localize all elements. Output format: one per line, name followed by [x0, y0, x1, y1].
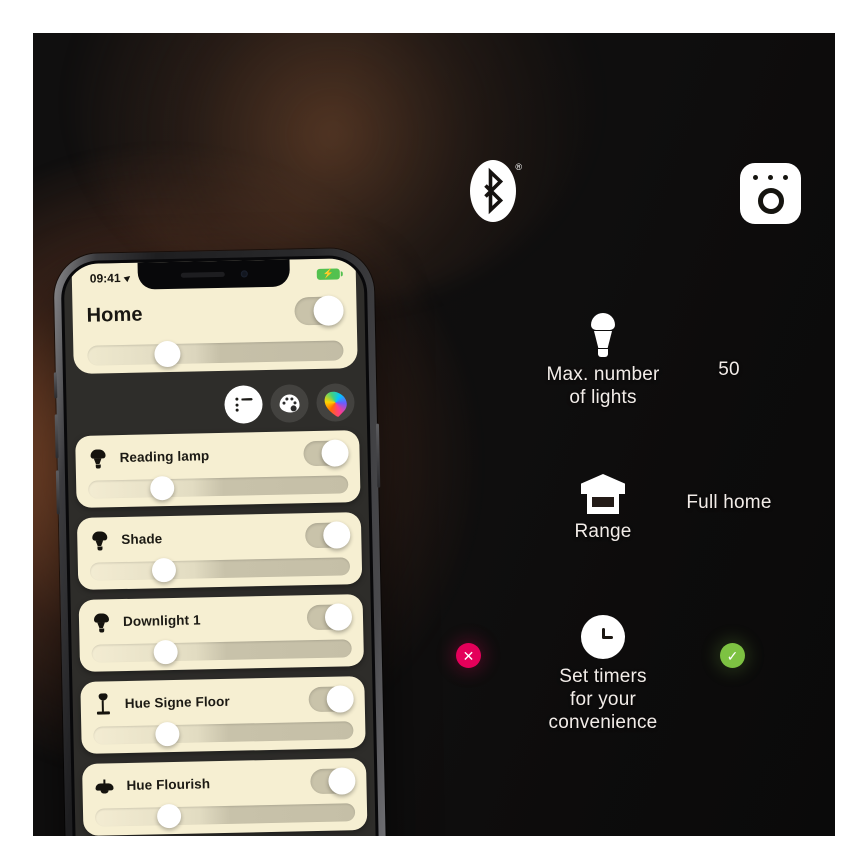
earpiece-speaker: [180, 271, 225, 278]
bridge-ring-icon: [757, 188, 784, 214]
light-toggle-knob: [328, 767, 356, 795]
light-toggle[interactable]: [308, 685, 354, 713]
battery-charging-icon: ⚡: [316, 267, 340, 280]
light-row: Shade: [89, 512, 351, 562]
row-range-right-value: Full home: [686, 492, 772, 513]
bridge-dots-icon: [740, 175, 801, 180]
light-row: Hue Flourish: [94, 758, 356, 808]
lights-list-mode-button[interactable]: [224, 385, 263, 424]
spot-bulb-icon: [89, 530, 109, 551]
row-timers-label-line2: for your: [569, 689, 636, 711]
list-item[interactable]: Shade: [76, 512, 363, 590]
light-toggle[interactable]: [303, 439, 349, 467]
screenshot-root: ® 10 Max. number of lights 50 1 room: [0, 0, 868, 868]
light-brightness-slider-knob[interactable]: [152, 557, 177, 583]
row-timers-center: Set timers for your convenience: [503, 613, 703, 735]
light-name: Hue Flourish: [126, 776, 211, 794]
color-mode-button[interactable]: [316, 383, 355, 422]
light-row-spacer: [174, 536, 293, 538]
row-timers-label-line3: convenience: [548, 712, 658, 734]
home-master-toggle-knob: [313, 295, 344, 326]
light-name: Downlight 1: [122, 612, 201, 630]
palette-icon: [279, 394, 300, 413]
light-row-spacer: [221, 454, 291, 455]
light-name: Hue Signe Floor: [124, 693, 230, 712]
list-icon: [234, 397, 252, 412]
light-row: Reading lamp: [87, 430, 349, 480]
bulb-icon: [503, 311, 703, 357]
home-brightness-slider-knob[interactable]: [153, 340, 181, 368]
home-brightness-slider[interactable]: [87, 340, 344, 368]
light-row-spacer: [213, 618, 295, 620]
list-item[interactable]: Hue Signe Floor: [80, 676, 366, 754]
list-item[interactable]: Downlight 1: [78, 594, 365, 672]
floor-lamp-icon: [93, 693, 113, 715]
spot-bulb-icon: [87, 448, 107, 469]
light-toggle[interactable]: [310, 767, 356, 795]
light-row: Downlight 1: [91, 594, 353, 644]
light-row-spacer: [222, 782, 298, 784]
light-brightness-slider-knob[interactable]: [150, 475, 175, 501]
light-toggle[interactable]: [305, 521, 351, 549]
light-brightness-slider-knob[interactable]: [153, 639, 179, 665]
phone-bezel: 09:41 ⚡ Home Reading lamp Shade Downligh…: [60, 254, 380, 836]
phone-volume-up-button[interactable]: [54, 414, 59, 459]
clock-icon: [503, 613, 703, 659]
phone-screen: 09:41 ⚡ Home Reading lamp Shade Downligh…: [63, 257, 377, 836]
light-brightness-slider-knob[interactable]: [157, 803, 182, 829]
light-toggle-knob: [322, 521, 351, 549]
list-item[interactable]: Hue Flourish: [82, 757, 368, 836]
hue-bridge-logo: [740, 163, 801, 224]
status-bar-time: 09:41: [89, 271, 121, 286]
lights-list[interactable]: Reading lamp Shade Downlight 1 Hue Signe…: [75, 430, 369, 836]
pendant-lamp-icon: [94, 778, 114, 794]
color-drop-icon: [319, 387, 352, 419]
home-master-toggle[interactable]: [294, 295, 344, 326]
home-title: Home: [86, 303, 143, 327]
light-name: Reading lamp: [119, 448, 210, 466]
light-brightness-slider-knob[interactable]: [155, 721, 181, 747]
bluetooth-icon: [484, 167, 504, 215]
light-row: Hue Signe Floor: [92, 676, 354, 726]
bluetooth-pill: [470, 160, 516, 222]
list-item[interactable]: Reading lamp: [75, 430, 361, 508]
home-card-header: Home: [86, 288, 344, 337]
status-badge-no: ✕: [456, 643, 481, 668]
phone-frame: 09:41 ⚡ Home Reading lamp Shade Downligh…: [53, 247, 387, 836]
phone-notch: [137, 259, 291, 290]
light-name: Shade: [121, 531, 163, 548]
row-range-label: Range: [574, 521, 632, 542]
bluetooth-logo: ®: [470, 160, 522, 226]
registered-mark: ®: [515, 162, 522, 172]
row-lights-right-value: 50: [718, 359, 740, 380]
light-toggle-knob: [324, 603, 353, 631]
scene-background: ® 10 Max. number of lights 50 1 room: [33, 33, 835, 836]
light-toggle[interactable]: [306, 603, 353, 631]
row-timers-label-line1: Set timers: [559, 666, 647, 687]
spot-bulb-icon: [91, 612, 111, 633]
home-header-spacer: [143, 311, 295, 314]
scenes-mode-button[interactable]: [270, 384, 309, 423]
phone-mute-switch[interactable]: [53, 372, 58, 399]
phone-mockup: 09:41 ⚡ Home Reading lamp Shade Downligh…: [53, 247, 387, 836]
light-toggle-knob: [326, 685, 354, 713]
row-lights-label-line2: of lights: [569, 387, 637, 409]
mode-selector: [224, 383, 355, 424]
light-row-spacer: [242, 700, 297, 701]
status-bar-time-group: 09:41: [89, 271, 132, 286]
status-badge-yes: ✓: [720, 643, 745, 668]
location-arrow-icon: [123, 273, 132, 283]
battery-bolt-glyph: ⚡: [322, 268, 334, 279]
front-camera: [240, 270, 248, 278]
light-toggle-knob: [321, 439, 349, 467]
phone-volume-down-button[interactable]: [55, 470, 60, 515]
